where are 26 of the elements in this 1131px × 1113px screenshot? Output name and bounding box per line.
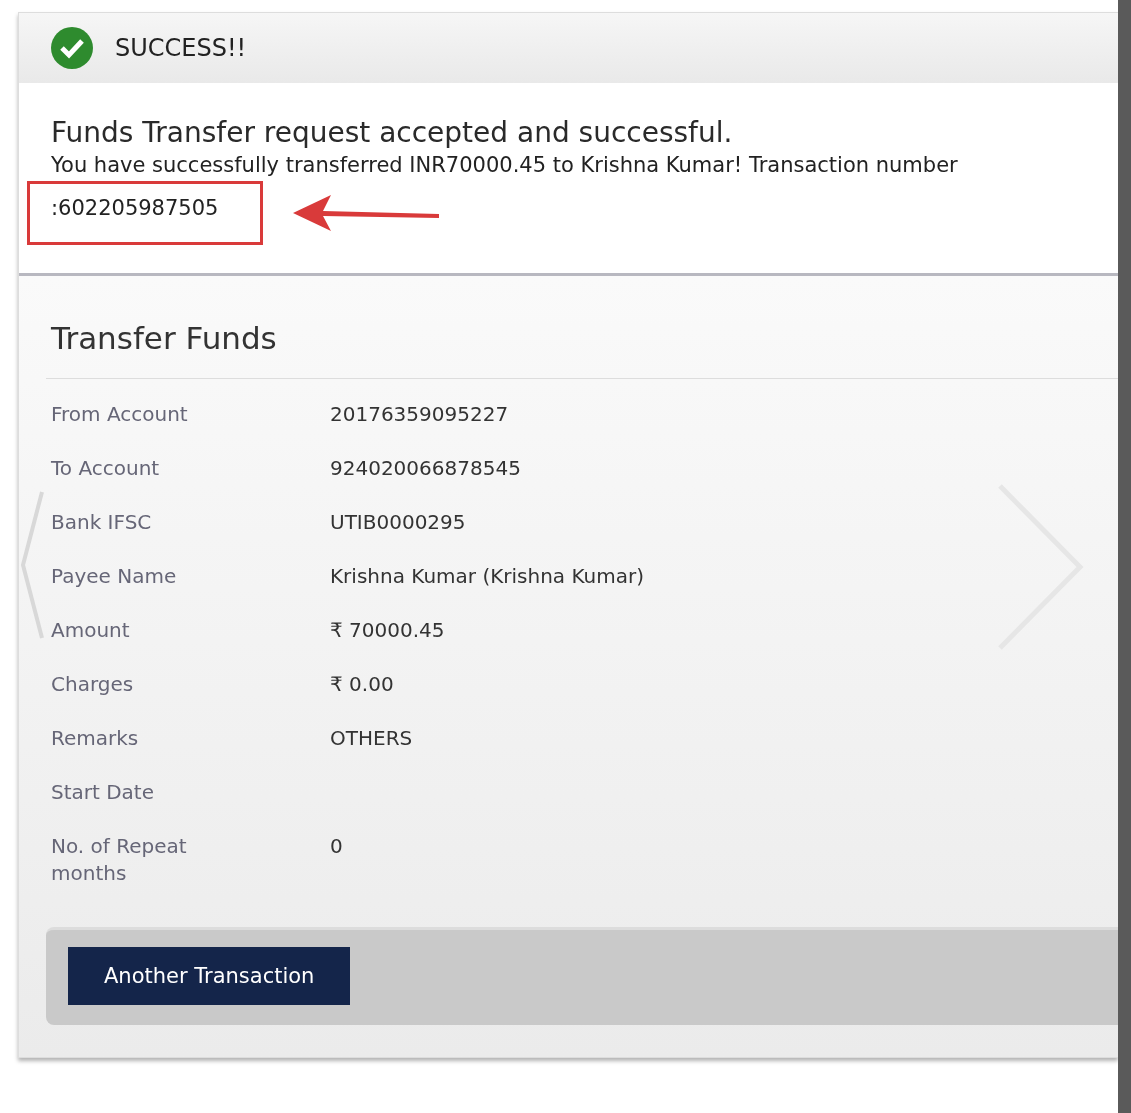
field-label: Amount: [51, 617, 131, 644]
field-value: UTIB0000295: [330, 509, 467, 536]
field-label: Payee Name: [51, 563, 178, 590]
field-label: To Account: [51, 455, 161, 482]
message-text: You have successfully transferred INR70000.45 to Krishna Kumar! Transaction number: [51, 152, 959, 179]
field-value: OTHERS: [330, 725, 414, 752]
message-heading: Funds Transfer request accepted and successful.: [51, 115, 734, 151]
another-transaction-button[interactable]: Another Transaction: [68, 947, 351, 1005]
field-value: 20176359095227: [330, 401, 510, 428]
field-value: 0: [330, 833, 344, 860]
field-label: Bank IFSC: [51, 509, 153, 536]
alert-title: SUCCESS!!: [115, 34, 247, 62]
previous-icon[interactable]: [20, 490, 44, 640]
field-value: ₹ 0.00: [330, 671, 395, 698]
field-label: Charges: [51, 671, 135, 698]
field-value: 924020066878545: [330, 455, 522, 482]
field-label: Remarks: [51, 725, 140, 752]
field-value: Krishna Kumar (Krishna Kumar): [330, 563, 646, 590]
field-label: Start Date: [51, 779, 156, 806]
check-circle-icon: [51, 27, 93, 69]
transaction-number: :602205987505: [51, 196, 219, 220]
section-title: Transfer Funds: [46, 302, 1118, 379]
field-label: From Account: [51, 401, 189, 428]
arrow-icon: [291, 193, 442, 233]
field-value: ₹ 70000.45: [330, 617, 446, 644]
field-label: No. of Repeat months: [51, 833, 188, 887]
